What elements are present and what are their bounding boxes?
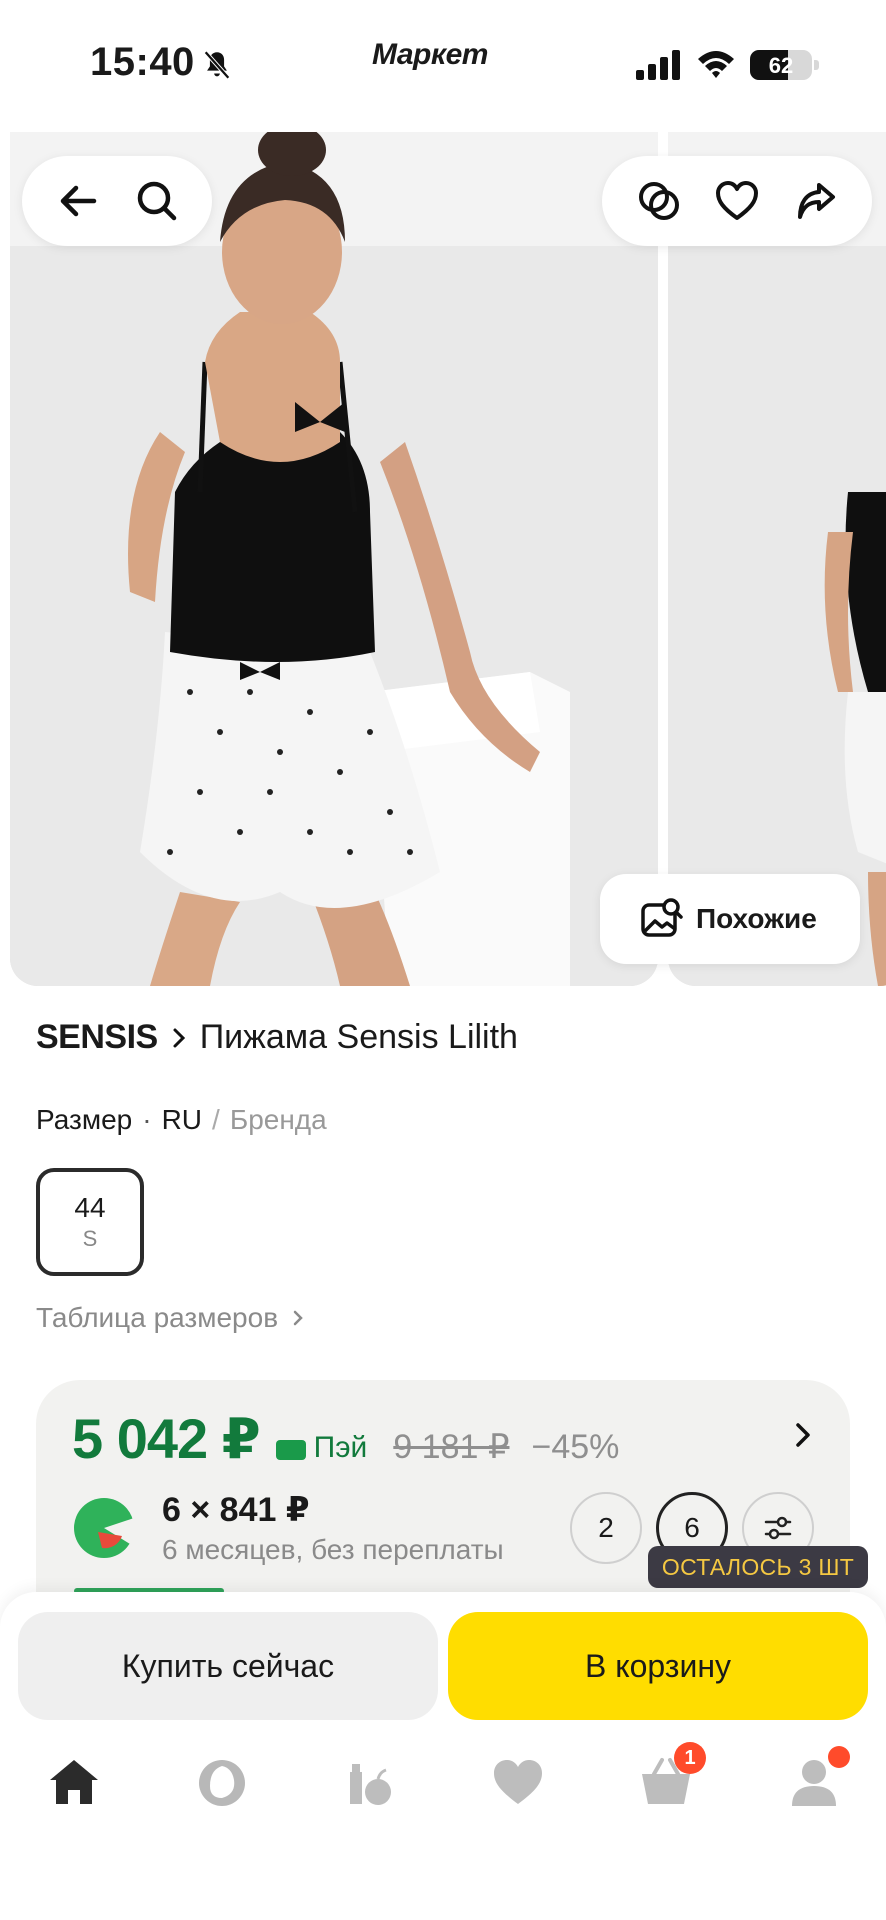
tab-cart[interactable]: 1 [636, 1742, 706, 1812]
size-chip-selected[interactable]: 44 S [36, 1168, 144, 1276]
buy-now-button[interactable]: Купить сейчас [18, 1612, 438, 1720]
alice-icon [199, 1760, 245, 1806]
compare-icon[interactable] [635, 177, 683, 225]
split-payment-icon [74, 1498, 136, 1558]
tab-alice[interactable] [192, 1752, 252, 1812]
bell-muted-icon [204, 50, 230, 80]
product-photo-main[interactable] [10, 132, 658, 986]
battery-level: 62 [768, 53, 794, 78]
status-bar: 15:40 Маркет 62 [0, 0, 886, 130]
add-to-cart-button[interactable]: В корзину [448, 1612, 868, 1720]
brand-name[interactable]: SENSIS [36, 1018, 158, 1057]
product-photo-illustration [10, 132, 658, 986]
gallery-nav-pill [22, 156, 212, 246]
battery-tip [814, 60, 819, 70]
chevron-right-icon[interactable] [788, 1420, 818, 1450]
product-name: Пижама Sensis Lilith [199, 1018, 518, 1056]
signal-icon [636, 50, 680, 80]
app-logo: Маркет [372, 38, 488, 71]
pay-label: Пэй [313, 1431, 368, 1464]
grocery-icon [350, 1764, 391, 1805]
old-price: 9 181 ₽ [393, 1428, 510, 1466]
pay-card-icon [275, 1440, 306, 1460]
similar-button[interactable]: Похожие [600, 874, 860, 964]
tab-grocery[interactable] [340, 1752, 400, 1812]
sliders-icon [764, 1516, 792, 1540]
separator-slash: / [212, 1104, 220, 1135]
tab-favorites[interactable] [488, 1752, 548, 1812]
chevron-right-icon [293, 1310, 303, 1326]
product-gallery[interactable] [0, 132, 886, 986]
separator-dot: · [142, 1104, 152, 1135]
similar-label: Похожие [696, 903, 817, 934]
current-price: 5 042 ₽ [72, 1407, 261, 1470]
image-search-icon [641, 898, 683, 937]
discount: −45% [531, 1428, 620, 1466]
size-chip-sub: S [82, 1226, 98, 1251]
size-chip-main: 44 [74, 1192, 106, 1223]
status-time: 15:40 [90, 40, 195, 84]
pay-badge: Пэй [275, 1431, 368, 1465]
profile-notification-dot [828, 1746, 850, 1768]
split-main: 6 × 841 ₽ [162, 1491, 310, 1529]
product-title-row[interactable]: SENSIS Пижама Sensis Lilith [36, 1018, 518, 1057]
size-system-ru[interactable]: RU [162, 1104, 202, 1136]
stock-badge: ОСТАЛОСЬ 3 ШТ [648, 1546, 868, 1588]
cart-badge: 1 [674, 1742, 706, 1774]
home-icon [50, 1760, 98, 1804]
product-photo-next-illustration [668, 132, 886, 986]
bottom-action-sheet: Купить сейчас В корзину 1 [0, 1592, 886, 1920]
size-label: Размер [36, 1104, 133, 1135]
back-arrow-icon[interactable] [54, 177, 102, 225]
search-icon[interactable] [133, 177, 181, 225]
chevron-right-icon [173, 1028, 185, 1047]
split-sub: 6 месяцев, без переплаты [162, 1534, 504, 1565]
share-icon[interactable] [791, 177, 839, 225]
size-table-link[interactable]: Таблица размеров [36, 1302, 308, 1334]
gallery-actions-pill [602, 156, 872, 246]
size-selector-header: Размер · RU / Бренда [36, 1104, 327, 1136]
term-option-2[interactable]: 2 [570, 1492, 642, 1564]
size-table-label: Таблица размеров [36, 1302, 279, 1333]
product-photo-next[interactable] [668, 132, 886, 986]
size-system-brand[interactable]: Бренда [230, 1104, 327, 1136]
bottom-tab-bar: 1 [0, 1742, 886, 1852]
price-row: 5 042 ₽ Пэй 9 181 ₽ −45% [72, 1406, 619, 1472]
tab-profile[interactable] [784, 1746, 850, 1812]
battery-icon: 62 [750, 50, 812, 80]
tab-home[interactable] [44, 1752, 104, 1812]
heart-icon [494, 1760, 542, 1804]
heart-icon[interactable] [713, 177, 761, 225]
wifi-icon [698, 51, 734, 78]
